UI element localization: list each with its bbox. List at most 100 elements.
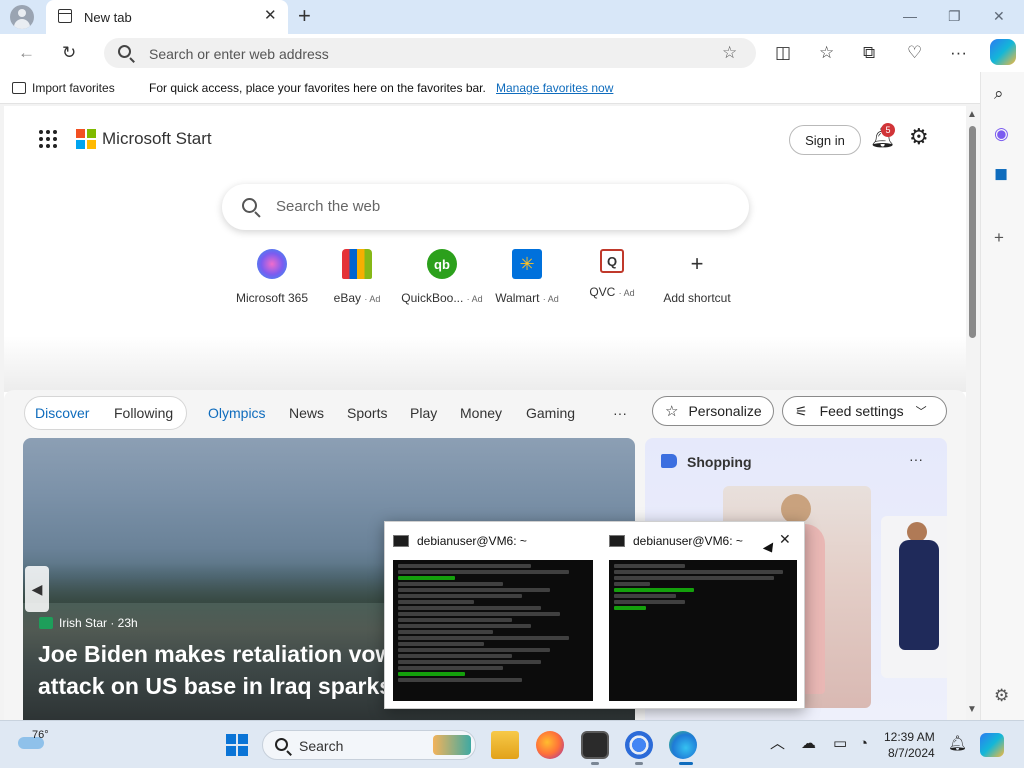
sign-in-button[interactable]: Sign in (789, 125, 861, 155)
scroll-up-icon[interactable]: ▲ (967, 109, 977, 120)
notification-bell-icon[interactable]: 🔔︎ (948, 735, 967, 753)
copilot-pre-icon[interactable] (980, 733, 1004, 757)
terminal-line (398, 606, 541, 610)
terminal-line (398, 666, 503, 670)
firefox-icon[interactable] (536, 731, 564, 759)
collections-icon[interactable]: ⧉ (863, 43, 875, 63)
previous-slide-button[interactable]: ◀ (25, 566, 49, 612)
taskbar-search-box[interactable]: Search (262, 730, 476, 760)
terminal-line (398, 660, 541, 664)
terminal-line (398, 612, 560, 616)
system-clock[interactable]: 12:39 AM 8/7/2024 (884, 729, 935, 761)
shortcut-walmart[interactable]: ✳ Walmart · Ad (484, 249, 570, 305)
onedrive-icon[interactable]: ☁ (801, 735, 816, 753)
refresh-icon[interactable]: ↻ (62, 43, 76, 63)
tab-play[interactable]: Play (410, 405, 437, 421)
restore-button[interactable]: ❐ (948, 8, 961, 24)
terminal-line (614, 582, 650, 586)
outlook-icon[interactable]: ◼ (994, 164, 1008, 184)
shopping-title[interactable]: Shopping (687, 454, 752, 470)
tab-gaming[interactable]: Gaming (526, 405, 575, 421)
tab-news[interactable]: News (289, 405, 324, 421)
web-search-placeholder: Search the web (276, 198, 381, 215)
hero-source[interactable]: Irish Star · 23h (39, 616, 138, 630)
page-scrollbar[interactable]: ▲ ▼ (966, 106, 978, 720)
taskbar-thumbnail-preview: debianuser@VM6: ~ debianuser@VM6: ~ ✕ (384, 521, 805, 709)
tab-discover[interactable]: Discover (35, 405, 89, 421)
terminal-app-icon[interactable] (581, 731, 609, 759)
app-launcher-icon[interactable] (39, 130, 57, 148)
terminal-thumbnail[interactable] (609, 560, 797, 701)
hero-headline[interactable]: Joe Biden makes retaliation vow attack o… (38, 638, 398, 702)
more-menu-icon[interactable]: ··· (950, 43, 967, 63)
import-favorites-button[interactable]: Import favorites (12, 81, 115, 95)
shortcut-microsoft-365[interactable]: Microsoft 365 (229, 249, 315, 305)
brand-title[interactable]: Microsoft Start (102, 129, 212, 149)
chromium-icon[interactable] (625, 731, 653, 759)
chromium-running-indicator (635, 762, 643, 765)
tab-new-tab[interactable]: New tab ✕ (46, 0, 288, 34)
minimize-button[interactable]: — (903, 8, 917, 24)
shortcut-quickbooks[interactable]: qb QuickBoo... · Ad (399, 249, 485, 305)
terminal-thumbnail[interactable] (393, 560, 593, 701)
address-bar[interactable]: Search or enter web address ☆ (104, 38, 756, 68)
m365-icon[interactable]: ◉ (994, 124, 1009, 144)
tab-money[interactable]: Money (460, 405, 502, 421)
split-screen-icon[interactable]: ◫ (775, 43, 791, 63)
product-image-navy-dress[interactable] (881, 516, 947, 678)
preview-window-title[interactable]: debianuser@VM6: ~ (609, 534, 743, 548)
new-tab-button[interactable]: + (298, 4, 311, 28)
edge-icon[interactable] (669, 731, 697, 759)
web-search-box[interactable]: Search the web (222, 184, 749, 230)
shortcut-qvc[interactable]: Q QVC · Ad (569, 249, 655, 299)
shortcut-label: QuickBoo... · Ad (401, 291, 483, 305)
tab-close-button[interactable]: ✕ (264, 8, 277, 24)
copilot-icon[interactable] (990, 39, 1016, 65)
tab-following[interactable]: Following (114, 405, 173, 421)
preview-close-button[interactable]: ✕ (779, 531, 791, 548)
favorite-star-icon[interactable]: ☆ (722, 43, 737, 63)
feed-fade (4, 336, 966, 392)
model-figure (781, 494, 811, 524)
network-speaker-icon[interactable]: ◔ (859, 735, 868, 753)
scroll-down-icon[interactable]: ▼ (967, 704, 977, 715)
more-options-icon[interactable]: ··· (909, 451, 923, 467)
feed-settings-button[interactable]: ⚟ Feed settings ﹀ (782, 396, 947, 426)
personalize-button[interactable]: ☆ Personalize (652, 396, 774, 426)
show-hidden-icons-chevron-icon[interactable]: ︿ (770, 735, 785, 753)
close-window-button[interactable]: ✕ (993, 8, 1005, 24)
browser-essentials-icon[interactable]: ♡ (907, 43, 922, 63)
profile-avatar[interactable] (10, 5, 34, 29)
shortcut-ebay[interactable]: eBay · Ad (314, 249, 400, 305)
windows-taskbar: 76° Search ︿ ☁ ▭ ◔ 12:39 AM 8/7/2024 🔔︎ (0, 720, 1024, 768)
page-settings-gear-icon[interactable]: ⚙ (909, 125, 929, 149)
tab-olympics[interactable]: Olympics (208, 405, 266, 421)
tab-more[interactable]: ··· (613, 405, 627, 421)
terminal-line (398, 630, 493, 634)
quickbooks-icon: qb (427, 249, 457, 279)
preview-window-title[interactable]: debianuser@VM6: ~ (393, 534, 527, 548)
qvc-icon: Q (600, 249, 624, 273)
favorites-icon[interactable]: ☆ (819, 43, 834, 63)
scroll-thumb[interactable] (969, 126, 976, 338)
back-icon[interactable]: ← (18, 43, 35, 63)
display-icon[interactable]: ▭ (833, 735, 847, 753)
add-sidebar-app-icon[interactable]: + (994, 228, 1004, 248)
file-explorer-icon[interactable] (491, 731, 519, 759)
search-icon[interactable]: ⌕ (994, 84, 1004, 104)
search-icon (242, 198, 257, 213)
sidebar-settings-icon[interactable]: ⚙ (994, 686, 1009, 706)
tab-sports[interactable]: Sports (347, 405, 387, 421)
shortcut-label: Microsoft 365 (235, 291, 309, 305)
terminal-line (614, 600, 686, 604)
add-shortcut-button[interactable]: + Add shortcut (654, 249, 740, 305)
plus-icon: + (690, 251, 704, 276)
search-icon (275, 738, 288, 751)
manage-favorites-link[interactable]: Manage favorites now (496, 81, 613, 95)
terminal-line (398, 672, 465, 676)
star-edit-icon: ☆ (665, 403, 679, 420)
shopping-tag-icon (661, 454, 677, 468)
edge-active-indicator (679, 762, 693, 765)
terminal-line (398, 654, 512, 658)
start-button-windows-icon[interactable] (226, 734, 248, 756)
